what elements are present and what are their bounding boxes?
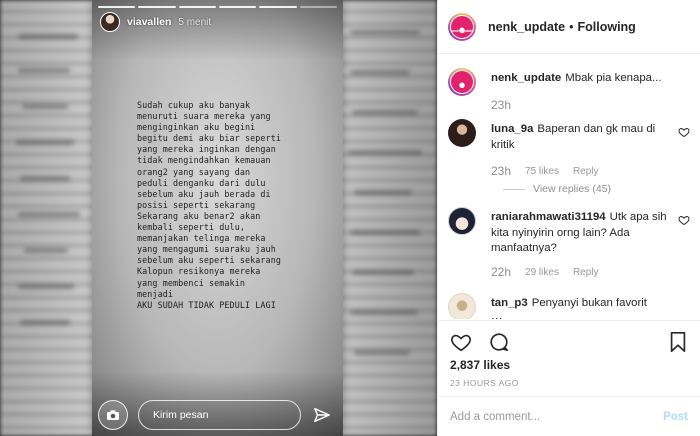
comment-time[interactable]: 22h bbox=[491, 265, 511, 279]
post-button[interactable]: Post bbox=[663, 411, 688, 423]
reply-button[interactable]: Reply bbox=[573, 166, 599, 177]
caption-avatar[interactable] bbox=[448, 68, 476, 96]
comment-time[interactable]: 23h bbox=[491, 98, 511, 112]
story-username: viavallen bbox=[127, 16, 172, 28]
story-text-line: memanjakan telinga mereka bbox=[137, 233, 266, 244]
comment-username[interactable]: raniarahmawati31194 bbox=[491, 211, 606, 223]
story-text-line: begitu demi aku biar seperti bbox=[137, 133, 281, 144]
story-text-line: menjadi bbox=[137, 288, 173, 299]
commenter-avatar[interactable] bbox=[448, 293, 476, 319]
story-text-line: peduli denganku dari dulu bbox=[137, 177, 266, 188]
comment-username[interactable]: tan_p3 bbox=[491, 297, 528, 309]
story-header: viavallen 5 menit bbox=[100, 12, 211, 32]
likes-count[interactable]: 2,837 likes bbox=[450, 358, 510, 372]
story-text-line: yang mengagumi suaraku jauh bbox=[137, 244, 276, 255]
story-text-line: tidak mengindahkan kemauan bbox=[137, 155, 271, 166]
story-time: 5 menit bbox=[178, 16, 212, 28]
heart-icon[interactable] bbox=[450, 331, 472, 353]
story-text: Sudah cukup aku banyak menuruti suara mer… bbox=[137, 100, 327, 311]
add-comment-bar: Add a comment... Post bbox=[438, 396, 700, 436]
comment-text: Mbak pia kenapa... bbox=[565, 72, 662, 84]
story-avatar bbox=[100, 12, 120, 32]
story-text-line: sebelum aku seperti sekarang bbox=[137, 255, 281, 266]
story-text-line: sebelum aku jauh berada di bbox=[137, 188, 271, 199]
commenter-avatar[interactable] bbox=[448, 207, 476, 235]
comment-likes[interactable]: 29 likes bbox=[525, 267, 559, 278]
story-progress-bar bbox=[98, 6, 337, 8]
comment-username[interactable]: nenk_update bbox=[491, 72, 561, 84]
story-message-input: Kirim pesan bbox=[138, 400, 301, 430]
story-text-line: orang2 yang sayang dan bbox=[137, 166, 251, 177]
header-dot: • bbox=[569, 19, 574, 34]
post-sidebar: nenk_update nenk_update • Following nenk… bbox=[437, 0, 700, 436]
comment-input[interactable]: Add a comment... bbox=[450, 411, 663, 423]
post-photo[interactable]: viavallen 5 menit Sudah cukup aku banyak… bbox=[0, 0, 437, 436]
story-text-line: Kalopun resikonya mereka bbox=[137, 266, 261, 277]
story-text-line: posisi seperti sekarang bbox=[137, 199, 256, 210]
comment-text: Penyanyi bukan favorit bbox=[531, 297, 647, 309]
story-footer: Kirim pesan bbox=[98, 400, 333, 430]
comments-list[interactable]: nenk_update Mbak pia kenapa... 23h luna_9… bbox=[438, 55, 700, 319]
reply-button[interactable]: Reply bbox=[573, 267, 599, 278]
comment-likes[interactable]: 75 likes bbox=[525, 166, 559, 177]
header-username[interactable]: nenk_update bbox=[488, 20, 565, 34]
comment-username[interactable]: luna_9a bbox=[491, 123, 533, 135]
story-text-line: Sudah cukup aku banyak bbox=[137, 100, 251, 110]
story-text-line: yang mereka inginkan dengan bbox=[137, 144, 276, 155]
story-text-line: menuruti suara mereka yang bbox=[137, 111, 271, 122]
camera-icon bbox=[98, 400, 128, 430]
story-text-line: menginginkan aku begini bbox=[137, 122, 256, 133]
profile-avatar[interactable]: nenk_update bbox=[448, 12, 476, 41]
avatar-caption: nenk_update bbox=[450, 28, 474, 33]
post-time[interactable]: 23 HOURS AGO bbox=[450, 378, 519, 388]
bookmark-icon[interactable] bbox=[668, 331, 688, 353]
view-replies-button[interactable]: View replies (45) bbox=[503, 183, 611, 195]
like-heart-icon[interactable] bbox=[678, 126, 690, 138]
story-screenshot: viavallen 5 menit Sudah cukup aku banyak… bbox=[92, 0, 343, 436]
send-icon bbox=[311, 404, 333, 426]
post-header: nenk_update nenk_update • Following bbox=[438, 0, 700, 54]
story-text-line: Sekarang aku benar2 akan bbox=[137, 210, 261, 221]
story-text-line: yang membenci semakin bbox=[137, 277, 245, 288]
comment-time[interactable]: 23h bbox=[491, 164, 511, 178]
post-actions: 2,837 likes 23 HOURS AGO bbox=[438, 320, 700, 388]
following-button[interactable]: Following bbox=[578, 20, 636, 34]
comment-icon[interactable] bbox=[488, 331, 510, 353]
like-heart-icon[interactable] bbox=[678, 214, 690, 226]
commenter-avatar[interactable] bbox=[448, 119, 476, 147]
story-text-line: kembali seperti dulu, bbox=[137, 222, 245, 233]
story-text-line: AKU SUDAH TIDAK PEDULI LAGI bbox=[137, 299, 276, 310]
comment-more: ⋯ bbox=[491, 312, 503, 320]
